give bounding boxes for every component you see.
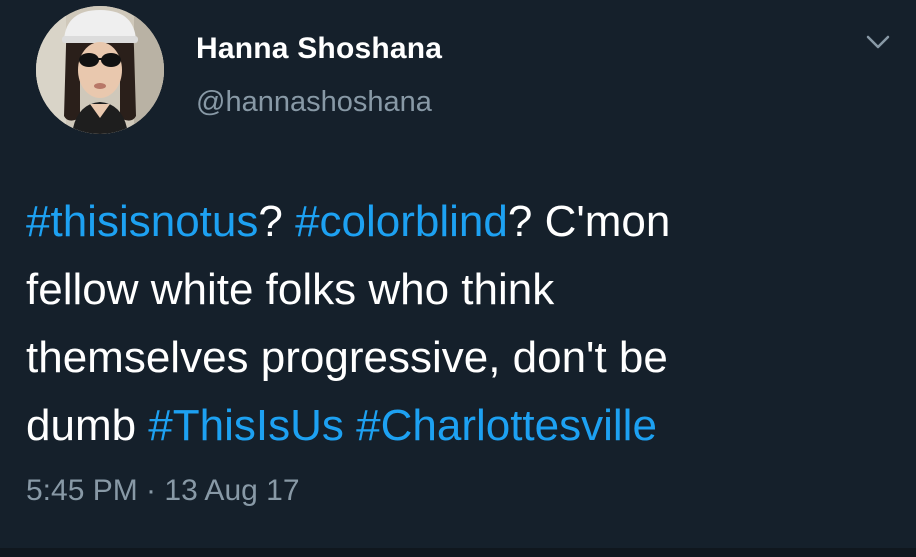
tweet-text-line: fellow white folks who think — [26, 256, 906, 324]
tweet-text-line: #thisisnotus? #colorblind? C'mon — [26, 188, 906, 256]
chevron-down-icon[interactable] — [862, 30, 894, 54]
tweet-text-segment: ? C'mon — [507, 197, 671, 246]
tweet-text: #thisisnotus? #colorblind? C'mon fellow w… — [26, 188, 906, 460]
tweet-text-segment: ? — [258, 197, 296, 246]
tweet-text-segment — [344, 401, 356, 450]
author-handle[interactable]: @hannashoshana — [196, 86, 432, 119]
tweet-card: Hanna Shoshana @hannashoshana #thisisnot… — [0, 0, 916, 557]
tweet-text-segment: dumb — [26, 401, 149, 450]
tweet-timestamp[interactable]: 5:45 PM · 13 Aug 17 — [26, 474, 300, 508]
tweet-text-line: themselves progressive, don't be — [26, 324, 906, 392]
hashtag-link[interactable]: #Charlottesville — [356, 401, 657, 450]
tweet-text-segment: fellow white folks who think — [26, 265, 555, 314]
avatar-photo — [36, 6, 164, 134]
hashtag-link[interactable]: #thisisnotus — [26, 197, 258, 246]
divider — [0, 548, 916, 557]
hashtag-link[interactable]: #ThisIsUs — [148, 401, 344, 450]
tweet-text-segment: themselves progressive, don't be — [26, 333, 668, 382]
author-display-name[interactable]: Hanna Shoshana — [196, 32, 442, 66]
tweet-text-line: dumb #ThisIsUs #Charlottesville — [26, 392, 906, 460]
hashtag-link[interactable]: #colorblind — [295, 197, 508, 246]
avatar[interactable] — [36, 6, 164, 134]
